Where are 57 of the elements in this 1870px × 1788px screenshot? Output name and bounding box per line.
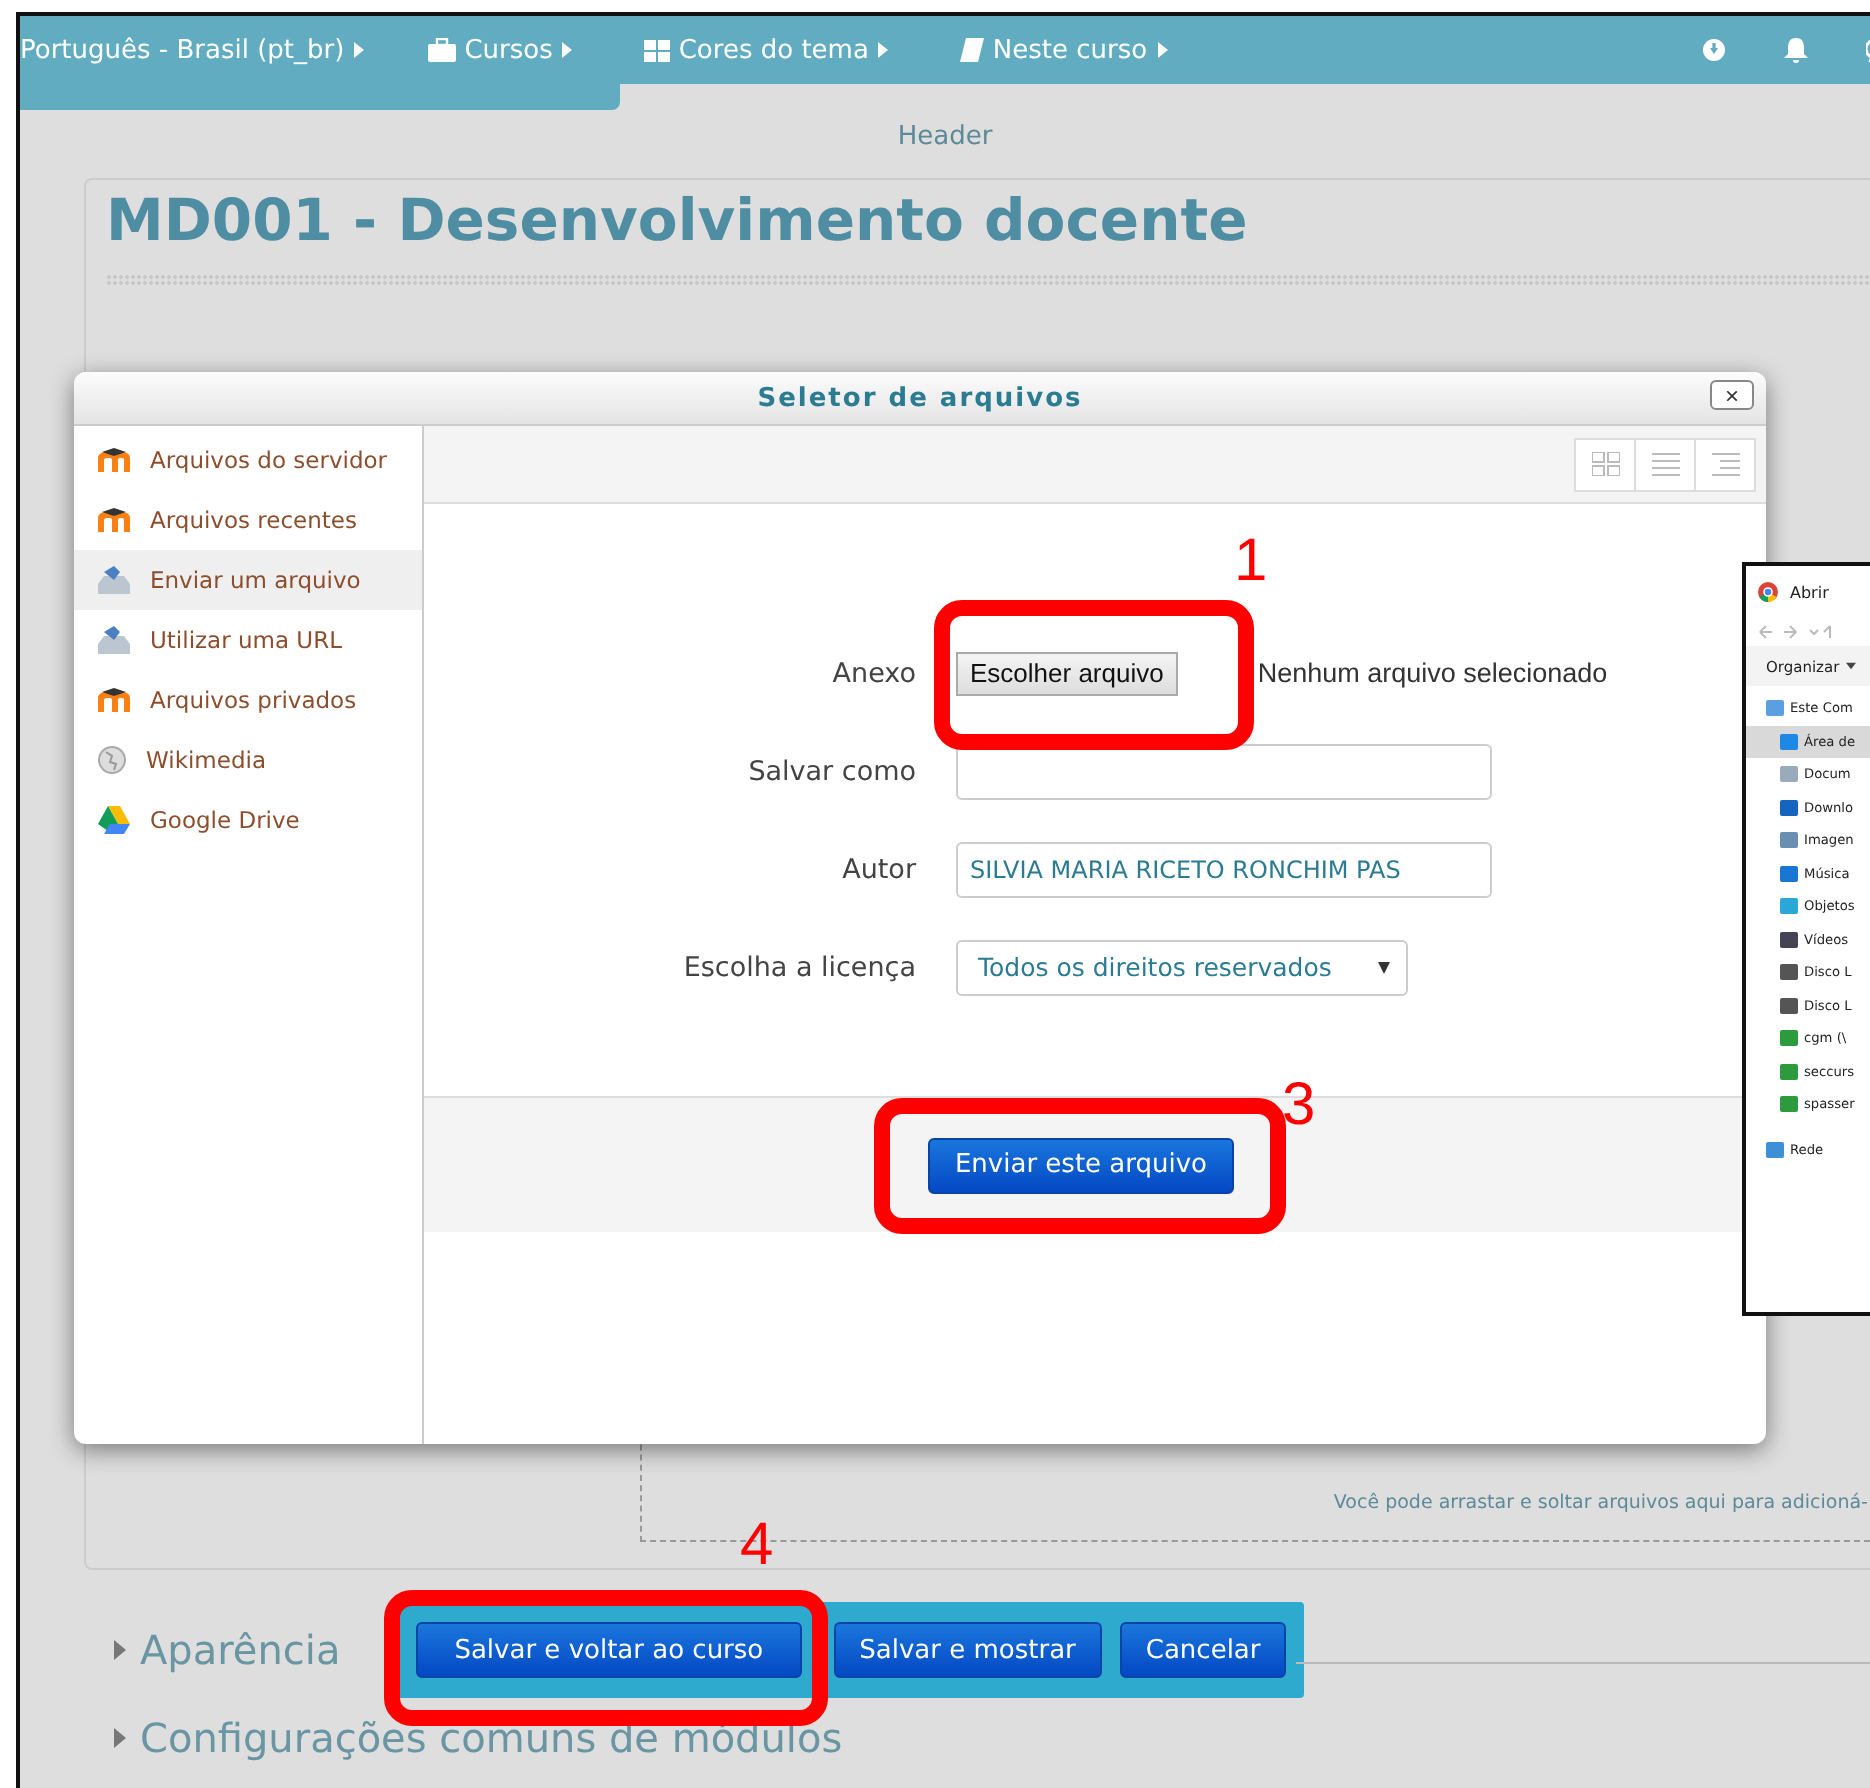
expand-icon (114, 1728, 126, 1748)
license-dropdown[interactable]: Todos os direitos reservados (956, 939, 1408, 995)
globe-icon (98, 746, 126, 774)
repository-item[interactable]: Arquivos privados (74, 670, 422, 730)
upload-tray-icon (98, 626, 130, 654)
caret-icon (1157, 42, 1168, 58)
page-header: Header (895, 122, 995, 152)
repository-item[interactable]: Arquivos do servidor (74, 430, 422, 490)
browser-icon (1758, 582, 1778, 602)
course-title: MD001 - Desenvolvimento docente (106, 186, 1250, 254)
field-label: Escolha a licença (681, 951, 918, 983)
list-view-button[interactable] (1634, 437, 1696, 491)
annotation-number: 4 (740, 1516, 774, 1576)
briefcase-icon (428, 38, 457, 62)
field-label: Anexo (830, 657, 918, 689)
field-label: Autor (840, 853, 918, 885)
bell-icon[interactable] (1784, 37, 1808, 63)
close-button[interactable]: × (1710, 380, 1754, 410)
section-title: Configurações comuns de módulos (140, 1714, 843, 1762)
expand-icon (114, 1640, 126, 1660)
file-status: Nenhum arquivo selecionado (1257, 658, 1608, 688)
drive-icon (98, 806, 130, 834)
caret-icon (354, 42, 365, 58)
section-title: Aparência (140, 1626, 341, 1674)
upload-tray-icon (98, 566, 130, 594)
caret-icon (1378, 961, 1390, 973)
drop-hint: Você pode arrastar e soltar arquivos aqui para adicioná- (1333, 1492, 1868, 1514)
icon-view-button[interactable] (1574, 437, 1636, 491)
annotation-number: 3 (1282, 1076, 1316, 1136)
dialog-title: Seletor de arquivos (757, 383, 1083, 413)
caret-icon (1845, 662, 1856, 670)
tree-view-button[interactable] (1694, 437, 1756, 491)
caret-icon (878, 42, 889, 58)
text-field[interactable]: SILVIA MARIA RICETO RONCHIM PAS (956, 841, 1492, 897)
repository-item[interactable]: Google Drive (74, 790, 422, 850)
grid-icon (644, 39, 671, 61)
repository-item[interactable]: Utilizar uma URL (74, 610, 422, 670)
repository-item[interactable]: Wikimedia (74, 730, 422, 790)
form-button[interactable]: Cancelar (1119, 1622, 1287, 1678)
moodle-icon (98, 448, 130, 472)
text-field[interactable] (956, 743, 1492, 799)
upload-button[interactable]: Enviar este arquivo (928, 1137, 1234, 1193)
moodle-icon (98, 508, 130, 532)
list-icon (1651, 452, 1679, 476)
moodle-icon (98, 688, 130, 712)
annotation-number: 1 (1234, 532, 1268, 592)
grid-icon (1591, 452, 1619, 476)
form-button[interactable]: Salvar e mostrar (833, 1622, 1102, 1678)
download-circle-icon[interactable] (1702, 38, 1726, 62)
caret-icon (562, 42, 573, 58)
form-button[interactable]: Salvar e voltar ao curso (416, 1622, 802, 1678)
repository-item[interactable]: Arquivos recentes (74, 490, 422, 550)
choose-file-button[interactable]: Escolher arquivo (956, 651, 1178, 695)
repository-item[interactable]: Enviar um arquivo (74, 550, 422, 610)
tree-list-icon (1711, 452, 1739, 476)
window-title: Abrir (1790, 583, 1829, 601)
field-label: Salvar como (746, 755, 918, 787)
